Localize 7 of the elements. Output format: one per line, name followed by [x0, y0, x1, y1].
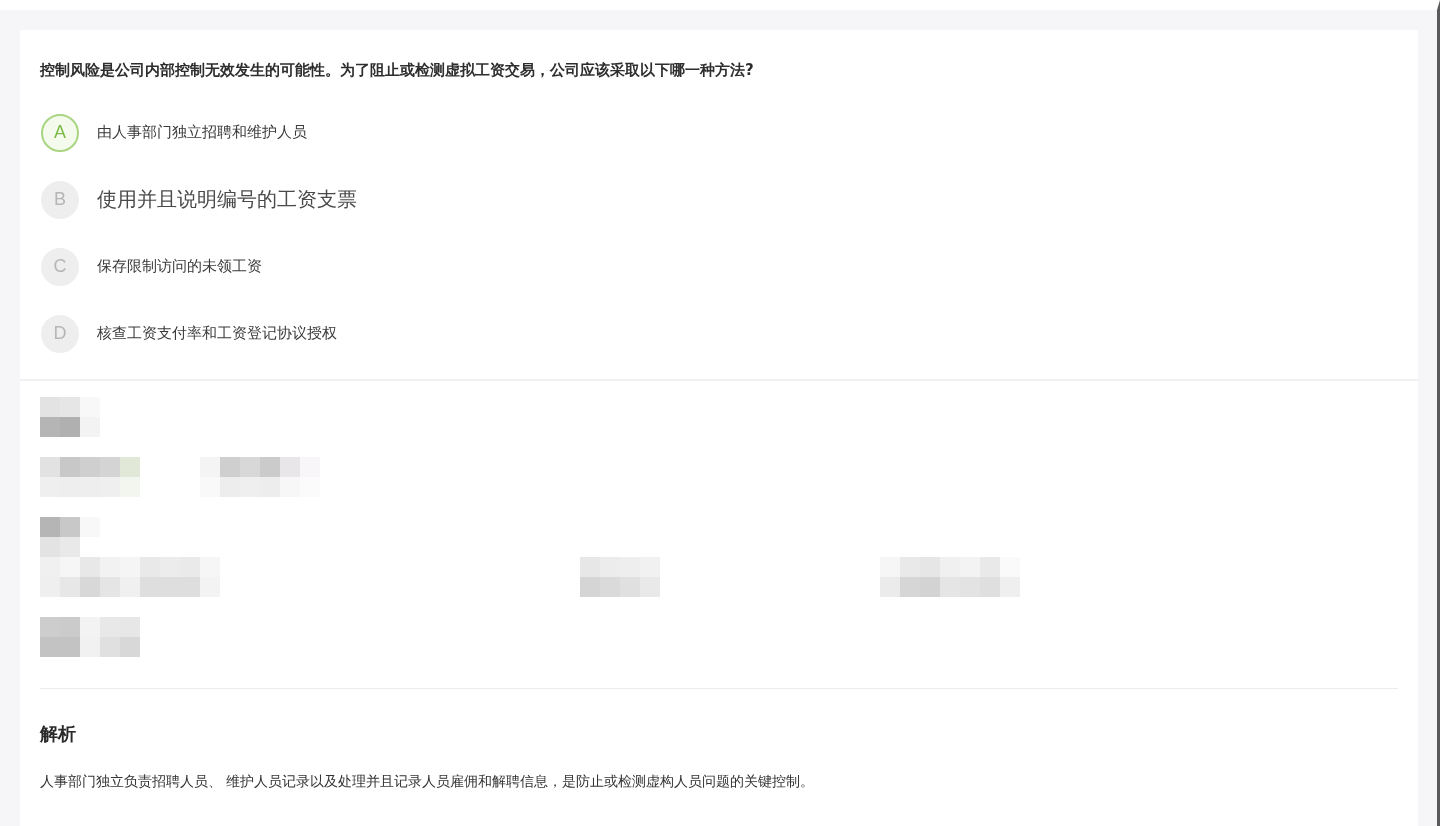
option-label[interactable]: 保存限制访问的未领工资 [97, 257, 262, 276]
option-label[interactable]: 核查工资支付率和工资登记协议授权 [97, 324, 337, 343]
option-label[interactable]: 使用并且说明编号的工资支票 [97, 186, 357, 213]
analysis-text: 人事部门独立负责招聘人员、 维护人员记录以及处理并且记录人员雇佣和解聘信息，是防止或检测虚构人员问题的关键控制。 [40, 772, 816, 791]
question-text: 控制风险是公司内部控制无效发生的可能性。为了阻止或检测虚拟工资交易，公司应该采取以下哪一种方法? [40, 60, 755, 80]
option-label[interactable]: 由人事部门独立招聘和维护人员 [97, 123, 307, 142]
analysis-heading: 解析 [40, 722, 77, 746]
